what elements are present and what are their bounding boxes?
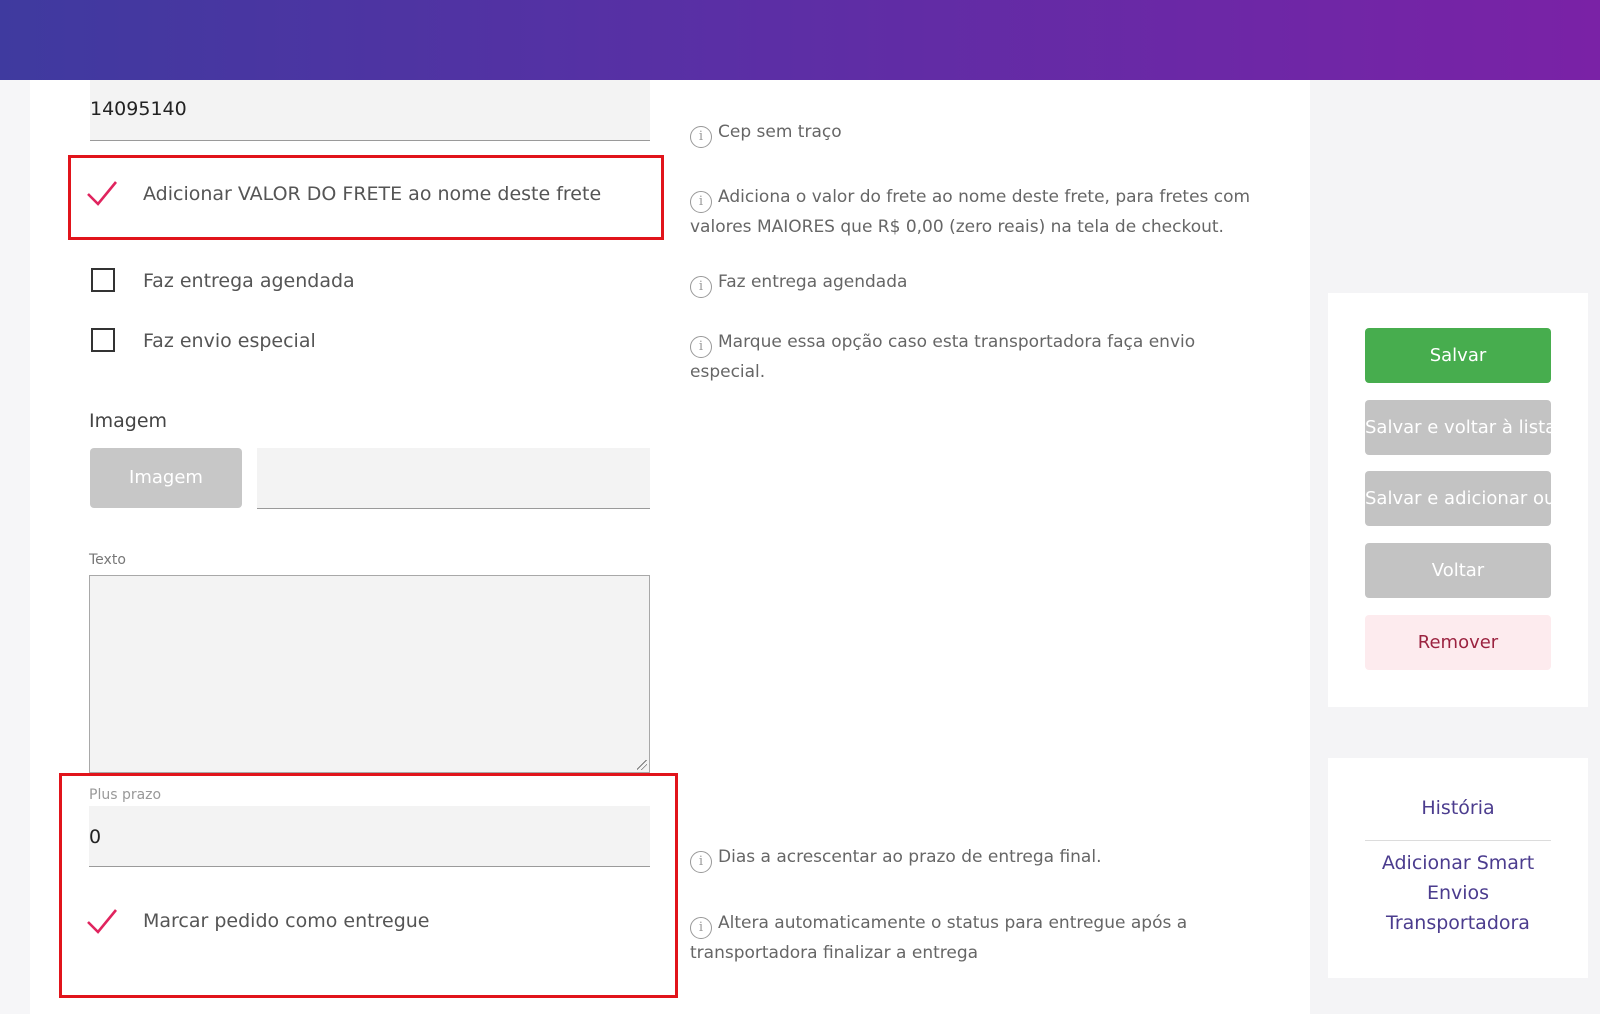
info-icon: i: [690, 276, 712, 298]
links-divider: [1365, 840, 1551, 841]
back-button[interactable]: Voltar: [1365, 543, 1551, 598]
text-textarea[interactable]: [89, 575, 650, 773]
plus-prazo-hint: i Dias a acrescentar ao prazo de entrega …: [690, 843, 1250, 873]
image-path-input[interactable]: [257, 448, 650, 509]
add-freight-value-hint: i Adiciona o valor do frete ao nome deste…: [690, 187, 1251, 237]
save-and-add-button[interactable]: Salvar e adicionar outro: [1365, 471, 1551, 526]
remove-button[interactable]: Remover: [1365, 615, 1551, 670]
cep-value: 14095140: [90, 98, 187, 120]
add-smart-envios-link[interactable]: Adicionar Smart Envios Transportadora: [1365, 848, 1551, 938]
mark-delivered-label[interactable]: Marcar pedido como entregue: [143, 910, 429, 932]
info-icon: i: [690, 917, 712, 939]
special-shipping-checkbox[interactable]: [91, 328, 115, 352]
info-icon: i: [690, 851, 712, 873]
scheduled-delivery-label[interactable]: Faz entrega agendada: [143, 270, 355, 292]
save-and-back-button[interactable]: Salvar e voltar à lista: [1365, 400, 1551, 455]
checkmark-icon[interactable]: [86, 180, 118, 206]
history-link[interactable]: História: [1365, 793, 1551, 823]
info-icon: i: [690, 336, 712, 358]
image-upload-button[interactable]: Imagem: [90, 448, 242, 508]
add-freight-value-label[interactable]: Adicionar VALOR DO FRETE ao nome deste f…: [143, 183, 601, 205]
special-shipping-label[interactable]: Faz envio especial: [143, 330, 316, 352]
plus-prazo-value: 0: [89, 826, 102, 848]
top-header-bar: [0, 0, 1600, 80]
scheduled-delivery-hint: i Faz entrega agendada: [690, 268, 1250, 298]
plus-prazo-input[interactable]: 0: [89, 806, 650, 867]
plus-prazo-label: Plus prazo: [89, 787, 162, 803]
info-icon: i: [690, 191, 712, 213]
special-shipping-hint: i Marque essa opção caso esta transportad…: [690, 332, 1196, 382]
checkmark-icon[interactable]: [86, 908, 118, 934]
info-icon: i: [690, 126, 712, 148]
save-button[interactable]: Salvar: [1365, 328, 1551, 383]
text-label: Texto: [89, 552, 126, 568]
mark-delivered-hint: i Altera automaticamente o status para en…: [690, 913, 1188, 963]
cep-input[interactable]: 14095140: [90, 80, 650, 141]
resize-grip-icon[interactable]: [637, 760, 647, 770]
cep-hint: i Cep sem traço: [690, 118, 1250, 148]
image-section-label: Imagem: [89, 410, 168, 432]
scheduled-delivery-checkbox[interactable]: [91, 268, 115, 292]
